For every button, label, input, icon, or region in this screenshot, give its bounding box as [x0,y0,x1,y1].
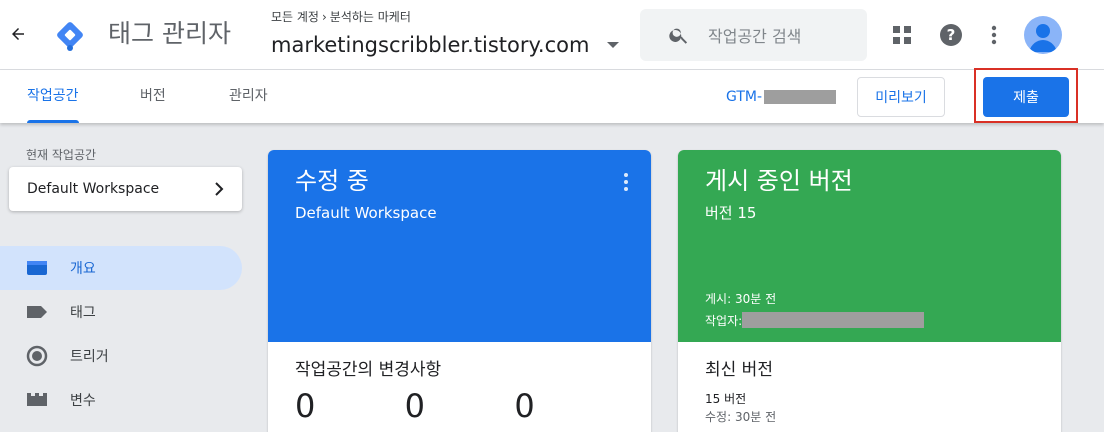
svg-text:?: ? [947,26,956,44]
breadcrumb-all-accounts[interactable]: 모든 계정 [271,10,319,24]
overview-icon [26,257,48,279]
sidebar-nav: 개요 태그 트리거 변수 [0,246,242,422]
container-name[interactable]: marketingscribbler.tistory.com [271,30,597,60]
live-version-number: 버전 15 [705,204,757,222]
latest-version-modified: 수정: 30분 전 [705,410,777,424]
account-avatar[interactable] [1024,16,1062,54]
submit-button[interactable]: 제출 [983,77,1069,117]
latest-version-number: 15 버전 [705,392,747,406]
user-avatar-icon [1029,24,1057,52]
breadcrumb-account[interactable]: 분석하는 마케터 [330,10,411,24]
latest-version-title: 최신 버전 [705,360,773,380]
publish-meta: 게시: 30분 전 작업자: [705,288,925,332]
workspace-changes-title: 작업공간의 변경사항 [295,360,442,380]
sidebar-item-tags[interactable]: 태그 [0,290,242,334]
preview-button[interactable]: 미리보기 [857,77,945,117]
workspace-search[interactable]: 작업공간 검색 [640,9,867,61]
search-icon [669,28,688,44]
count-modified: 0 [404,387,426,425]
tab-workspace[interactable]: 작업공간 [27,70,79,123]
editing-card: 수정 중 Default Workspace 작업공간의 변경사항 0 0 0 [268,150,651,432]
search-input[interactable]: 작업공간 검색 [708,23,801,47]
apps-grid-icon[interactable] [890,23,914,47]
back-arrow-icon[interactable] [6,22,30,46]
live-version-card: 게시 중인 버전 버전 15 게시: 30분 전 작업자: 최신 버전 15 버… [678,150,1061,432]
tab-versions[interactable]: 버전 [140,70,166,123]
breadcrumb: 모든 계정 › 분석하는 마케터 [271,8,631,26]
count-added: 0 [295,387,316,425]
editing-title: 수정 중 [295,167,369,195]
variable-icon [26,389,48,411]
author-label: 작업자: [705,314,743,328]
workspace-selector[interactable]: Default Workspace [9,167,242,211]
published-label: 게시: [705,292,732,306]
current-workspace-label: 현재 작업공간 [26,148,97,162]
tab-admin[interactable]: 관리자 [229,70,268,123]
more-vert-icon[interactable] [982,23,1006,47]
breadcrumb-chevron-icon: › [321,10,327,24]
editing-card-header: 수정 중 Default Workspace [268,150,651,342]
author-redacted [742,312,925,328]
sidebar-item-triggers[interactable]: 트리거 [0,334,242,378]
container-id-prefix: GTM- [726,89,763,105]
sidebar-item-overview[interactable]: 개요 [0,246,242,290]
change-counts: 0 0 0 [295,386,624,426]
sidebar-item-variables[interactable]: 변수 [0,378,242,422]
card-more-icon[interactable] [623,173,629,191]
sidebar-item-label: 태그 [70,305,96,321]
help-icon[interactable]: ? [939,23,963,47]
workspace-tab-bar: 작업공간 버전 관리자 GTM- 미리보기 제출 [0,68,1104,123]
chevron-right-icon [215,182,224,196]
trigger-icon [26,345,48,367]
dropdown-arrow-icon[interactable] [607,42,619,48]
sidebar-item-label: 변수 [70,393,96,409]
app-title: 태그 관리자 [108,19,231,48]
sidebar-item-label: 트리거 [70,349,109,365]
live-card-header: 게시 중인 버전 버전 15 게시: 30분 전 작업자: [678,150,1061,342]
container-id-redacted [764,90,837,104]
editing-workspace-name: Default Workspace [295,204,437,222]
published-time: 30분 전 [734,292,777,306]
account-container-picker[interactable]: 모든 계정 › 분석하는 마케터 marketingscribbler.tistor… [271,8,631,60]
tag-icon [26,301,48,323]
container-id[interactable]: GTM- [726,89,837,105]
tag-manager-logo-icon [52,17,88,53]
count-deleted: 0 [514,387,535,425]
top-app-bar: 태그 관리자 모든 계정 › 분석하는 마케터 marketingscribbler… [0,0,1104,70]
sidebar-item-label: 개요 [70,261,96,277]
live-title: 게시 중인 버전 [705,167,853,195]
workspace-name: Default Workspace [27,181,160,197]
